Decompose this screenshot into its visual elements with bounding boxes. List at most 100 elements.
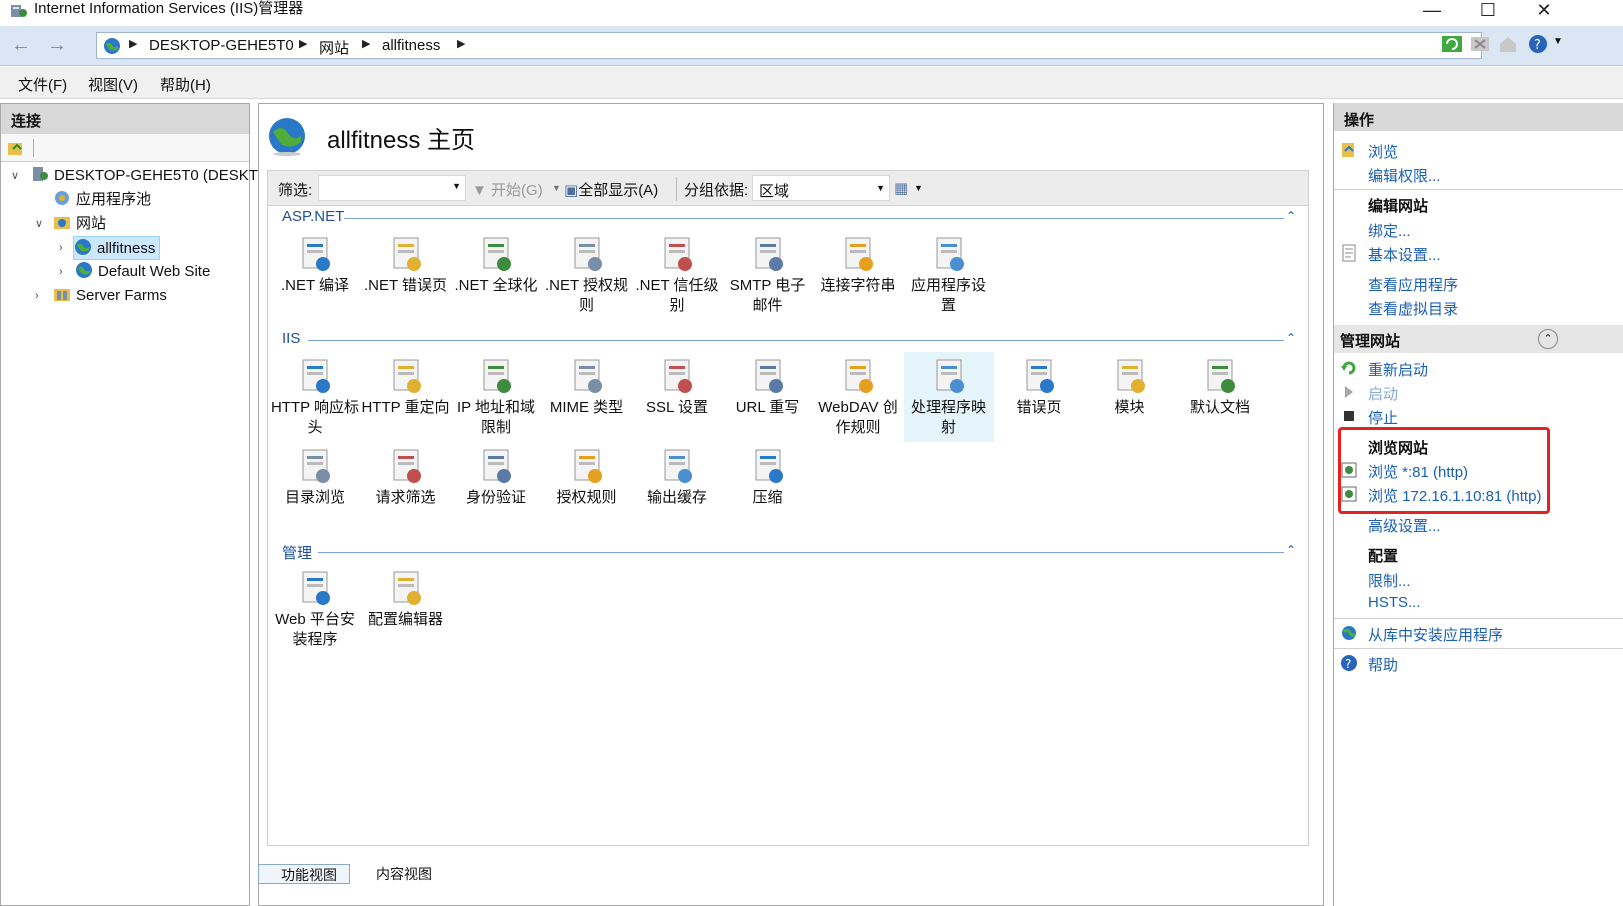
gallery-icon bbox=[1342, 626, 1357, 640]
aspnet-feature[interactable]: .NET 全球化 bbox=[451, 230, 541, 320]
filter-input[interactable]: ▼ bbox=[318, 175, 466, 201]
aspnet-feature[interactable]: .NET 授权规则 bbox=[542, 230, 632, 320]
iis-feature[interactable]: 请求筛选 bbox=[361, 442, 451, 532]
svg-text:?: ? bbox=[1534, 38, 1541, 53]
collapse-icon[interactable]: ⌃ bbox=[1286, 331, 1296, 345]
chevron-right-icon[interactable]: › bbox=[59, 260, 63, 284]
action-basic-settings[interactable]: 基本设置... bbox=[1368, 244, 1441, 265]
play-icon bbox=[1345, 386, 1353, 398]
menu-file[interactable]: 文件(F) bbox=[18, 74, 67, 95]
group-iis[interactable]: IIS bbox=[282, 330, 300, 347]
collapse-icon[interactable]: ⌃ bbox=[1538, 329, 1558, 349]
aspnet-feature[interactable]: 应用程序设置 bbox=[904, 230, 994, 320]
action-stop[interactable]: 停止 bbox=[1368, 407, 1398, 428]
action-install-from-gallery[interactable]: 从库中安装应用程序 bbox=[1368, 624, 1503, 645]
aspnet-feature[interactable]: 连接字符串 bbox=[813, 230, 903, 320]
view-mode-icon[interactable]: ▦ bbox=[894, 179, 908, 197]
action-limits[interactable]: 限制... bbox=[1368, 570, 1411, 591]
action-view-virtual-dirs[interactable]: 查看虚拟目录 bbox=[1368, 298, 1458, 319]
collapse-icon[interactable]: ⌃ bbox=[1286, 209, 1296, 223]
manage-feature[interactable]: 配置编辑器 bbox=[361, 564, 451, 654]
iis-feature[interactable]: HTTP 重定向 bbox=[361, 352, 451, 442]
action-edit-permissions[interactable]: 编辑权限... bbox=[1368, 165, 1441, 186]
back-arrow-icon[interactable]: ← bbox=[6, 34, 36, 58]
tab-content-view[interactable]: 内容视图 bbox=[354, 864, 446, 884]
chevron-down-icon[interactable]: ▼ bbox=[552, 183, 561, 193]
iis-feature-icon bbox=[748, 356, 788, 396]
action-restart[interactable]: 重新启动 bbox=[1368, 359, 1428, 380]
chevron-down-icon[interactable]: ▼ bbox=[1553, 36, 1563, 47]
iis-feature[interactable]: 授权规则 bbox=[542, 442, 632, 532]
home-icon[interactable] bbox=[1497, 34, 1519, 54]
menu-help[interactable]: 帮助(H) bbox=[160, 74, 211, 95]
crumb-server[interactable]: DESKTOP-GEHE5T0 bbox=[149, 37, 294, 54]
iis-feature[interactable]: 处理程序映射 bbox=[903, 352, 994, 442]
action-bindings[interactable]: 绑定... bbox=[1368, 220, 1411, 241]
aspnet-feature[interactable]: .NET 错误页 bbox=[361, 230, 451, 320]
crumb-site[interactable]: allfitness bbox=[382, 37, 440, 54]
chevron-down-icon[interactable]: ▼ bbox=[914, 183, 923, 193]
aspnet-feature[interactable]: SMTP 电子 邮件 bbox=[723, 230, 813, 320]
aspnet-feature-label: .NET 全球化 bbox=[454, 277, 538, 294]
breadcrumb[interactable]: ▶ DESKTOP-GEHE5T0 ▶ 网站 ▶ allfitness ▶ bbox=[96, 32, 1482, 59]
collapse-icon[interactable]: ⌃ bbox=[1286, 543, 1296, 557]
group-manage[interactable]: 管理 bbox=[282, 542, 312, 563]
manage-feature[interactable]: Web 平台安 装程序 bbox=[270, 564, 360, 654]
iis-feature[interactable]: SSL 设置 bbox=[632, 352, 722, 442]
tree-site-default[interactable]: Default Web Site bbox=[75, 260, 210, 284]
close-button[interactable]: ✕ bbox=[1521, 0, 1567, 22]
action-hsts[interactable]: HSTS... bbox=[1368, 594, 1421, 611]
iis-feature[interactable]: 目录浏览 bbox=[270, 442, 360, 532]
aspnet-feature[interactable]: .NET 信任级别 bbox=[632, 230, 722, 320]
action-view-applications[interactable]: 查看应用程序 bbox=[1368, 274, 1458, 295]
filter-label: 筛选: bbox=[278, 182, 313, 199]
menu-view[interactable]: 视图(V) bbox=[88, 74, 138, 95]
iis-feature[interactable]: 压缩 bbox=[723, 442, 813, 532]
start-filter-button[interactable]: ▼ 开始(G) bbox=[472, 179, 543, 200]
expand-icon[interactable]: ∨ bbox=[35, 212, 43, 236]
aspnet-feature-label: .NET 编译 bbox=[280, 277, 350, 294]
maximize-button[interactable]: ☐ bbox=[1465, 0, 1511, 22]
tree-server-farms[interactable]: Server Farms bbox=[53, 284, 167, 308]
tree-server[interactable]: DESKTOP-GEHE5T0 (DESKT bbox=[31, 164, 258, 188]
section-divider bbox=[1334, 618, 1623, 619]
tab-features-view[interactable]: 功能视图 bbox=[258, 864, 350, 884]
show-all-button[interactable]: ▣全部显示(A) bbox=[564, 179, 658, 200]
action-help[interactable]: 帮助 bbox=[1368, 654, 1398, 675]
minimize-button[interactable]: — bbox=[1409, 0, 1455, 22]
iis-feature[interactable]: WebDAV 创作规则 bbox=[813, 352, 903, 442]
chevron-right-icon[interactable]: › bbox=[59, 236, 63, 260]
help-icon[interactable]: ? bbox=[1528, 34, 1550, 54]
iis-feature-icon bbox=[657, 356, 697, 396]
iis-feature[interactable]: HTTP 响应标头 bbox=[270, 352, 360, 442]
connect-icon[interactable] bbox=[7, 139, 25, 157]
iis-feature[interactable]: 输出缓存 bbox=[632, 442, 722, 532]
action-advanced-settings[interactable]: 高级设置... bbox=[1368, 515, 1441, 536]
expand-icon[interactable]: ∨ bbox=[11, 164, 19, 188]
iis-feature[interactable]: MIME 类型 bbox=[542, 352, 632, 442]
forward-arrow-icon[interactable]: → bbox=[42, 34, 72, 58]
chevron-right-icon[interactable]: › bbox=[35, 284, 39, 308]
group-by-select[interactable]: 区域 ▼ bbox=[752, 175, 890, 201]
iis-feature-label: URL 重写 bbox=[735, 399, 800, 416]
action-browse[interactable]: 浏览 bbox=[1368, 141, 1398, 162]
iis-feature[interactable]: 身份验证 bbox=[451, 442, 541, 532]
aspnet-feature[interactable]: .NET 编译 bbox=[270, 230, 360, 320]
tree-sites[interactable]: 网站 bbox=[53, 212, 106, 236]
iis-feature[interactable]: 错误页 bbox=[994, 352, 1084, 442]
iis-feature[interactable]: 模块 bbox=[1085, 352, 1175, 442]
tree-app-pools[interactable]: 应用程序池 bbox=[53, 188, 151, 212]
svg-text:?: ? bbox=[1345, 657, 1351, 671]
crumb-sites[interactable]: 网站 bbox=[319, 37, 349, 58]
action-start[interactable]: 启动 bbox=[1368, 383, 1398, 404]
iis-feature-icon bbox=[386, 356, 426, 396]
stop-icon[interactable] bbox=[1469, 34, 1491, 54]
aspnet-feature-label: .NET 错误页 bbox=[363, 277, 448, 294]
group-aspnet[interactable]: ASP.NET bbox=[282, 208, 344, 225]
refresh-icon[interactable] bbox=[1441, 34, 1463, 54]
iis-feature[interactable]: IP 地址和域 限制 bbox=[451, 352, 541, 442]
tree-site-allfitness[interactable]: allfitness bbox=[73, 236, 161, 260]
iis-feature[interactable]: 默认文档 bbox=[1175, 352, 1265, 442]
iis-feature[interactable]: URL 重写 bbox=[723, 352, 813, 442]
section-edit-site: 编辑网站 bbox=[1368, 198, 1429, 215]
